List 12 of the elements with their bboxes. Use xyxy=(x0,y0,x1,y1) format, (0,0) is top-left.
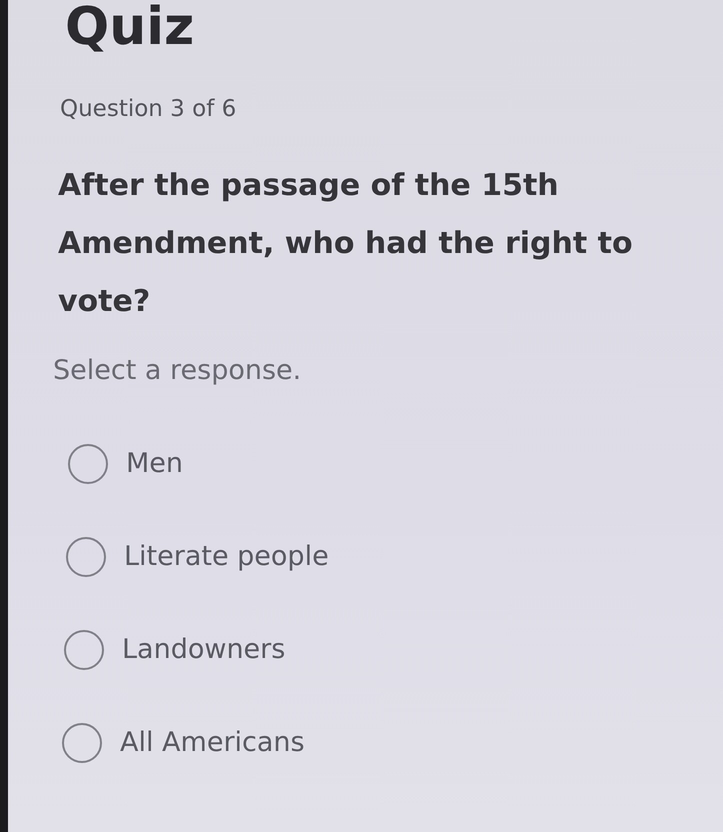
radio-button[interactable] xyxy=(62,723,102,763)
option-label[interactable]: Men xyxy=(126,444,184,484)
radio-button[interactable] xyxy=(64,630,104,670)
quiz-title: Quiz xyxy=(65,0,194,58)
radio-button[interactable] xyxy=(66,537,106,577)
question-counter: Question 3 of 6 xyxy=(60,95,236,124)
instruction-text: Select a response. xyxy=(53,354,302,388)
option-label[interactable]: Literate people xyxy=(124,537,329,577)
option-label[interactable]: All Americans xyxy=(120,723,305,763)
question-text: After the passage of the 15th Amendment, who had the right to vote? xyxy=(58,167,634,321)
radio-button[interactable] xyxy=(68,444,108,484)
option-label[interactable]: Landowners xyxy=(122,630,286,670)
